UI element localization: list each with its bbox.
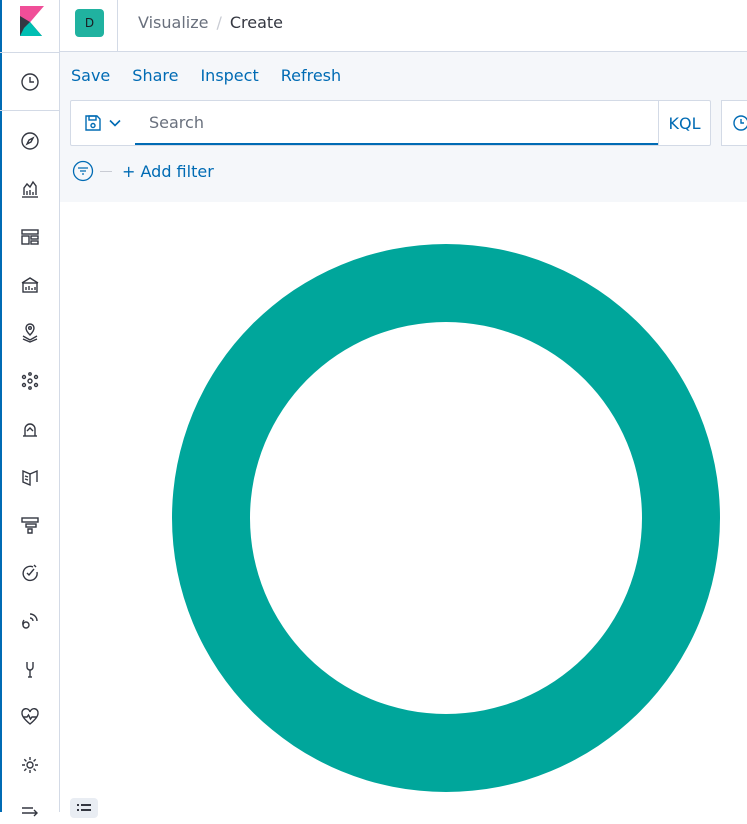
top-menu: Save Share Inspect Refresh: [71, 66, 363, 85]
breadcrumb: Visualize / Create: [138, 13, 283, 32]
inspect-link[interactable]: Inspect: [200, 66, 258, 85]
visualize-icon[interactable]: [18, 177, 42, 201]
search-input[interactable]: [135, 101, 658, 145]
devtools-icon[interactable]: [18, 657, 42, 681]
kibana-logo[interactable]: [18, 6, 44, 36]
app-header: D Visualize / Create: [60, 0, 747, 52]
filter-icon[interactable]: [72, 160, 94, 182]
query-bar: KQL: [70, 100, 711, 146]
rail-divider: [0, 110, 60, 111]
metrics-icon[interactable]: [18, 417, 42, 441]
compass-icon[interactable]: [18, 129, 42, 153]
header-divider: [117, 0, 118, 52]
rail-divider: [0, 52, 60, 53]
top-nav: Save Share Inspect Refresh KQL + Add fil…: [60, 52, 747, 202]
breadcrumb-separator: /: [216, 13, 222, 32]
dashboard-icon[interactable]: [18, 225, 42, 249]
rail-accent: [0, 0, 2, 812]
share-link[interactable]: Share: [132, 66, 178, 85]
clock-icon[interactable]: [18, 70, 42, 94]
side-nav: [0, 0, 60, 817]
breadcrumb-visualize[interactable]: Visualize: [138, 13, 208, 32]
donut-chart: [172, 244, 720, 792]
breadcrumb-create: Create: [229, 13, 284, 32]
add-filter-button[interactable]: + Add filter: [122, 162, 214, 181]
visualization-panel: [60, 202, 747, 812]
uptime-icon[interactable]: [18, 561, 42, 585]
ml-icon[interactable]: [18, 369, 42, 393]
collapse-icon[interactable]: [18, 800, 42, 824]
filter-bar: + Add filter: [72, 160, 214, 182]
canvas-icon[interactable]: [18, 273, 42, 297]
monitoring-icon[interactable]: [18, 705, 42, 729]
save-icon: [85, 115, 101, 131]
chevron-down-icon: [109, 119, 121, 127]
refresh-link[interactable]: Refresh: [281, 66, 341, 85]
legend-toggle-button[interactable]: [70, 798, 98, 818]
filter-separator: [100, 170, 112, 172]
management-icon[interactable]: [18, 753, 42, 777]
space-avatar[interactable]: D: [75, 9, 104, 37]
siem-icon[interactable]: [18, 609, 42, 633]
clock-icon: [733, 115, 747, 131]
maps-icon[interactable]: [18, 321, 42, 345]
apm-icon[interactable]: [18, 513, 42, 537]
saved-query-button[interactable]: [71, 101, 135, 145]
space-initial: D: [84, 16, 95, 30]
logs-icon[interactable]: [18, 465, 42, 489]
save-link[interactable]: Save: [71, 66, 110, 85]
kql-toggle[interactable]: KQL: [658, 101, 710, 145]
date-picker-button[interactable]: [721, 100, 747, 146]
pie-slice[interactable]: [172, 244, 720, 792]
